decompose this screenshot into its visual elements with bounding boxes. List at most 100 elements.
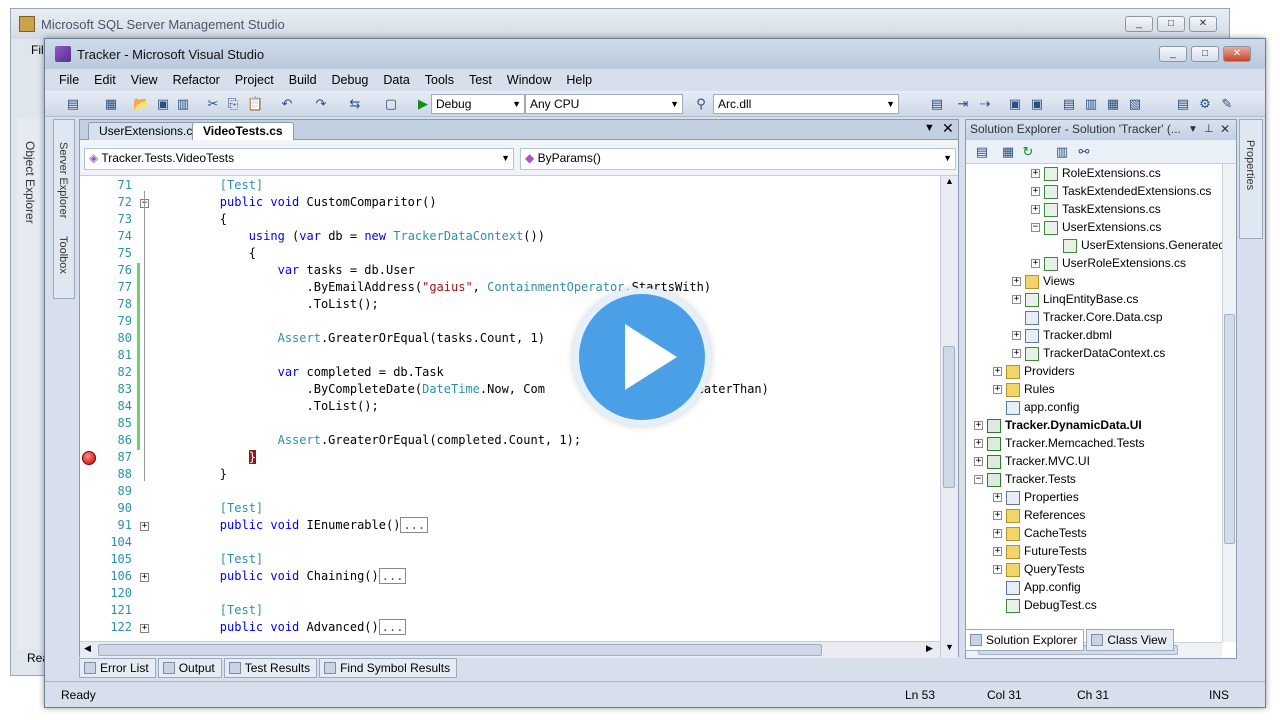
step-over-icon[interactable]: ⇢ <box>977 96 993 112</box>
vs-maximize-button[interactable]: □ <box>1191 46 1219 62</box>
save-icon[interactable]: ▣ <box>155 96 171 112</box>
tree-item[interactable]: + Tracker.MVC.UI <box>974 452 1090 470</box>
object-explorer-tab[interactable]: Object Explorer <box>17 119 47 649</box>
ssms-minimize-button[interactable]: _ <box>1125 16 1153 32</box>
collapse-node-icon[interactable]: − <box>974 475 983 485</box>
add-item-icon[interactable]: ▦ <box>103 96 119 112</box>
tree-item[interactable]: Tracker.Core.Data.csp <box>1012 308 1163 326</box>
expand-node-icon[interactable]: + <box>974 457 983 467</box>
window-icon[interactable]: ▢ <box>383 96 399 112</box>
expand-node-icon[interactable]: + <box>993 367 1002 377</box>
tree-item[interactable]: + QueryTests <box>993 560 1085 578</box>
video-play-button[interactable] <box>573 288 711 426</box>
expand-node-icon[interactable]: + <box>993 385 1002 395</box>
tree-item[interactable]: + LinqEntityBase.cs <box>1012 290 1138 308</box>
navigate-icon[interactable]: ⇆ <box>347 96 363 112</box>
tree-item[interactable]: + Tracker.dbml <box>1012 326 1112 344</box>
step-icon[interactable]: ⇥ <box>955 96 971 112</box>
horizontal-scrollbar[interactable]: ◀ ▶ <box>80 641 940 658</box>
expand-outline-icon[interactable]: + <box>140 573 149 582</box>
properties-icon[interactable]: ▤ <box>974 144 990 160</box>
copy-icon[interactable]: ⎘ <box>225 96 241 112</box>
code-line[interactable]: { <box>162 212 227 226</box>
code-line[interactable]: { <box>162 246 256 260</box>
code-line[interactable]: [Test] <box>162 603 263 617</box>
breakpoint-icon[interactable] <box>82 451 96 465</box>
code-line[interactable]: .ToList(); <box>162 399 378 413</box>
vertical-scroll-thumb[interactable] <box>943 346 955 488</box>
tree-item[interactable]: + TaskExtendedExtensions.cs <box>1031 182 1211 200</box>
menu-file[interactable]: File <box>59 73 79 87</box>
menu-tools[interactable]: Tools <box>425 73 454 87</box>
tree-item[interactable]: + Tracker.Memcached.Tests <box>974 434 1145 452</box>
expand-node-icon[interactable]: + <box>1031 187 1040 197</box>
collapse-node-icon[interactable]: − <box>1031 223 1040 233</box>
code-line[interactable]: [Test] <box>162 501 263 515</box>
expand-node-icon[interactable]: + <box>993 547 1002 557</box>
tree-item[interactable]: − UserExtensions.cs <box>1031 218 1161 236</box>
scroll-right-icon[interactable]: ▶ <box>926 643 933 654</box>
expand-node-icon[interactable]: + <box>993 511 1002 521</box>
tree-item[interactable]: + TrackerDataContext.cs <box>1012 344 1165 362</box>
code-line[interactable]: Assert.GreaterOrEqual(tasks.Count, 1) <box>162 331 545 345</box>
tree-vertical-scrollbar[interactable] <box>1222 164 1236 642</box>
tree-item[interactable]: app.config <box>993 398 1079 416</box>
close-icon[interactable]: ✕ <box>1220 120 1230 139</box>
menu-view[interactable]: View <box>131 73 158 87</box>
expand-node-icon[interactable]: + <box>993 565 1002 575</box>
code-line[interactable]: [Test] <box>162 552 263 566</box>
class-dropdown[interactable]: ◈ Tracker.Tests.VideoTests ▼ <box>84 148 514 170</box>
menu-help[interactable]: Help <box>566 73 592 87</box>
code-line[interactable]: [Test] <box>162 178 263 192</box>
toolbox-tab[interactable]: Toolbox <box>57 236 69 274</box>
refresh-icon[interactable]: ↻ <box>1020 144 1036 160</box>
member-dropdown[interactable]: ◆ ByParams() ▼ <box>520 148 956 170</box>
panel-dropdown-icon[interactable]: ▼ <box>1188 120 1198 139</box>
tree-item[interactable]: + TaskExtensions.cs <box>1031 200 1161 218</box>
expand-node-icon[interactable]: + <box>974 421 983 431</box>
menu-debug[interactable]: Debug <box>332 73 369 87</box>
menu-refactor[interactable]: Refactor <box>173 73 220 87</box>
scroll-down-icon[interactable]: ▼ <box>945 642 954 652</box>
expand-node-icon[interactable]: + <box>974 439 983 449</box>
tree-item[interactable]: + Properties <box>993 488 1079 506</box>
solution-explorer-icon[interactable]: ▤ <box>929 96 945 112</box>
tree-item[interactable]: + CacheTests <box>993 524 1087 542</box>
tree-item[interactable]: + FutureTests <box>993 542 1087 560</box>
tree-item[interactable]: DebugTest.cs <box>993 596 1097 614</box>
expand-outline-icon[interactable]: + <box>140 522 149 531</box>
expand-node-icon[interactable]: + <box>1012 349 1021 359</box>
expand-node-icon[interactable]: + <box>1031 169 1040 179</box>
menu-edit[interactable]: Edit <box>94 73 116 87</box>
expand-node-icon[interactable]: + <box>1012 277 1021 287</box>
toolbox-icon[interactable]: ✎ <box>1219 96 1235 112</box>
object-browser-icon[interactable]: ⚙ <box>1197 96 1213 112</box>
tree-item[interactable]: + Views <box>1012 272 1075 290</box>
tree-item[interactable]: App.config <box>993 578 1081 596</box>
tree-item[interactable]: UserExtensions.Generated.cs <box>1050 236 1222 254</box>
show-all-files-icon[interactable]: ▦ <box>1000 144 1016 160</box>
expand-node-icon[interactable]: + <box>1031 205 1040 215</box>
undo-icon[interactable]: ↶ <box>279 96 295 112</box>
save-all-icon[interactable]: ▥ <box>175 96 191 112</box>
tree-item[interactable]: + Rules <box>993 380 1055 398</box>
code-line[interactable]: var completed = db.Task <box>162 365 444 379</box>
menu-window[interactable]: Window <box>507 73 551 87</box>
close-icon[interactable]: ✕ <box>942 120 954 137</box>
comment-icon[interactable]: ▧ <box>1127 96 1143 112</box>
expand-node-icon[interactable]: + <box>993 493 1002 503</box>
tree-item[interactable]: + Tracker.DynamicData.UI <box>974 416 1142 434</box>
code-line[interactable]: public void Chaining()... <box>162 568 407 584</box>
paste-icon[interactable]: 📋 <box>247 96 263 112</box>
tab-videotests[interactable]: VideoTests.cs <box>192 122 294 140</box>
code-line[interactable]: public void CustomComparitor() <box>162 195 437 209</box>
class-diagram-icon[interactable]: ⚯ <box>1076 144 1092 160</box>
ssms-close-button[interactable]: ✕ <box>1189 16 1217 32</box>
code-line[interactable]: } <box>162 467 227 481</box>
expand-outline-icon[interactable]: + <box>140 624 149 633</box>
tree-item[interactable]: + References <box>993 506 1085 524</box>
redo-icon[interactable]: ↷ <box>313 96 329 112</box>
scroll-up-icon[interactable]: ▲ <box>945 176 954 186</box>
tab-solution-explorer[interactable]: Solution Explorer <box>965 629 1085 651</box>
tab-error-list[interactable]: Error List <box>79 658 156 678</box>
